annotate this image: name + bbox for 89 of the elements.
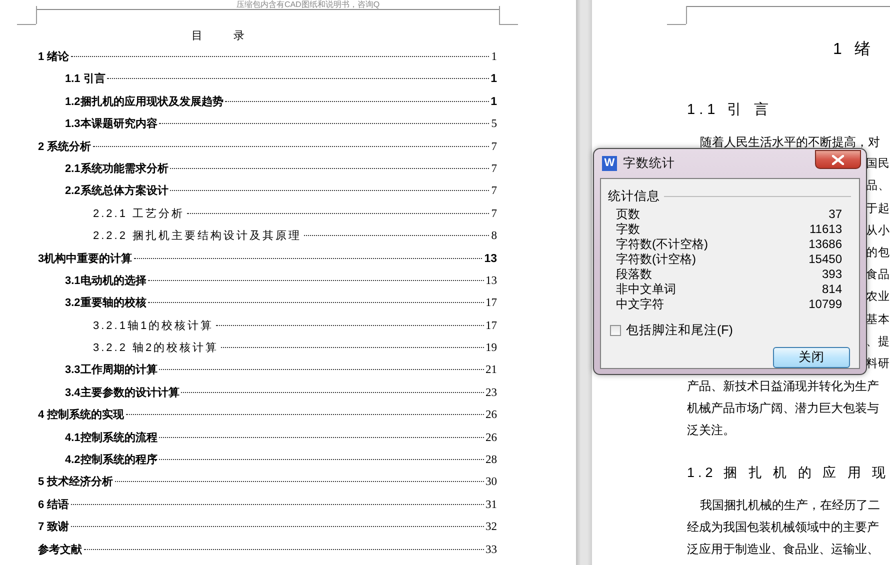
stat-value: 814 xyxy=(822,282,842,297)
stat-value: 11613 xyxy=(810,222,842,237)
toc-entry: 2 系统分析 xyxy=(38,140,92,155)
body-text-line: 从小 xyxy=(866,224,890,237)
page-number: 31 xyxy=(486,498,497,513)
stat-label: 字数 xyxy=(616,222,640,237)
body-text-line: 我国捆扎机械的生产，在经历了二 xyxy=(700,498,880,512)
checkbox-label[interactable]: 包括脚注和尾注(F) xyxy=(626,322,733,339)
toc-entry: 5 技术经济分析 xyxy=(38,474,114,490)
toc-entry: 3.2.1轴1的校核计算 xyxy=(93,318,214,334)
toc-entry: 6 结语 xyxy=(38,498,70,513)
dialog-title: 字数统计 xyxy=(623,155,675,172)
app-logo-icon: W xyxy=(602,156,617,171)
page-number: 7 xyxy=(491,162,497,177)
page-header-text: 压缩包内含有CAD图纸和说明书，咨询Q xyxy=(236,0,380,9)
section-heading: 1.1 引 言 xyxy=(687,102,774,118)
page-number: 32 xyxy=(486,520,497,536)
stat-label: 页数 xyxy=(616,207,640,222)
stat-label: 字符数(不计空格) xyxy=(616,237,708,252)
stat-label: 字符数(计空格) xyxy=(616,252,696,267)
page-number: 33 xyxy=(486,542,497,558)
close-dialog-button[interactable]: 关闭 xyxy=(773,347,850,368)
toc-entry: 1.1 引言 xyxy=(65,72,106,88)
stat-label: 非中文单词 xyxy=(616,282,676,297)
body-text-line: 料研 xyxy=(866,358,890,370)
group-label: 统计信息 xyxy=(608,188,660,204)
toc-entry: 3.2重要轴的校核 xyxy=(65,296,146,312)
stat-label: 段落数 xyxy=(616,267,652,282)
toc-entry: 3.3工作周期的计算 xyxy=(65,362,158,378)
toc-entry: 2.1系统功能需求分析 xyxy=(65,162,168,177)
toc-entry: 2.2.2 捆扎机主要结构设计及其原理 xyxy=(93,228,302,244)
body-text-line: 泛关注。 xyxy=(687,423,735,438)
body-text-line: 的包 xyxy=(866,246,890,259)
body-text-line: 、提 xyxy=(866,336,890,348)
page-number: 1 xyxy=(490,94,497,110)
toc-entry: 2.2系统总体方案设计 xyxy=(65,183,168,200)
stat-value: 37 xyxy=(828,207,842,222)
toc-entry: 4.1控制系统的流程 xyxy=(65,430,158,446)
toc-entry: 4 控制系统的实现 xyxy=(38,408,124,424)
page-number: 28 xyxy=(486,453,497,468)
toc-entry: 3.2.2 轴2的校核计算 xyxy=(93,341,219,356)
close-icon xyxy=(832,154,844,164)
body-text-line: 基本 xyxy=(866,314,890,326)
body-text-line: 产品、新技术日益涌现并转化为生产 xyxy=(687,379,879,394)
page-number: 17 xyxy=(486,296,497,312)
toc-entry: 7 致谢 xyxy=(38,520,70,536)
toc-title: 目 录 xyxy=(191,30,259,42)
page-number: 13 xyxy=(486,274,497,289)
toc-entry: 4.2控制系统的程序 xyxy=(65,452,158,468)
body-text-line: 机械产品市场广阔、潜力巨大包装与 xyxy=(687,401,879,416)
toc-entry: 3机构中重要的计算 xyxy=(38,252,132,267)
body-text-line: 经成为我国包装机械领域中的主要产 xyxy=(687,520,879,534)
page-number: 23 xyxy=(486,386,497,401)
stat-value: 10799 xyxy=(808,297,842,312)
toc-entry: 1.2捆扎机的应用现状及发展趋势 xyxy=(65,94,224,110)
page-number: 21 xyxy=(486,363,497,378)
page-number: 19 xyxy=(486,341,497,356)
page-number: 7 xyxy=(491,184,497,200)
page-number: 7 xyxy=(491,206,497,222)
page-number: 1 xyxy=(490,72,497,88)
page-number: 13 xyxy=(484,252,497,267)
stat-label: 中文字符 xyxy=(616,297,664,312)
body-text-line: 于起 xyxy=(866,202,890,215)
page-number: 1 xyxy=(491,50,497,65)
toc-entry: 3.4主要参数的设计计算 xyxy=(65,386,180,401)
stat-value: 15450 xyxy=(808,252,842,267)
section-heading: 1.2 捆 扎 机 的 应 用 现 xyxy=(687,464,890,480)
body-text-line: 农业 xyxy=(866,291,890,304)
body-text-line: 食品 xyxy=(866,269,890,282)
page-number: 30 xyxy=(486,475,497,490)
toc-entry: 1.3本课题研究内容 xyxy=(65,116,158,132)
close-button[interactable] xyxy=(815,150,861,169)
toc-entry: 1 绪论 xyxy=(38,50,70,65)
chapter-title: 1 绪 xyxy=(833,41,874,58)
toc-entry: 3.1电动机的选择 xyxy=(65,274,146,289)
page-number: 8 xyxy=(491,229,497,244)
page-number: 5 xyxy=(491,117,497,132)
body-text-line: 随着人民生活水平的不断提高，对 xyxy=(700,135,880,149)
stat-value: 13686 xyxy=(808,237,842,252)
body-text-line: 泛应用于制造业、食品业、运输业、 xyxy=(687,542,879,556)
page-number: 26 xyxy=(486,430,497,446)
stat-value: 393 xyxy=(822,267,842,282)
toc-entry: 2.2.1 工艺分析 xyxy=(93,206,185,222)
page-number: 7 xyxy=(491,140,497,155)
page-number: 26 xyxy=(486,408,497,424)
toc-entry: 参考文献 xyxy=(38,542,82,558)
checkbox[interactable] xyxy=(610,325,621,336)
body-text-line: 国民 xyxy=(866,158,890,170)
page-number: 17 xyxy=(486,318,497,334)
